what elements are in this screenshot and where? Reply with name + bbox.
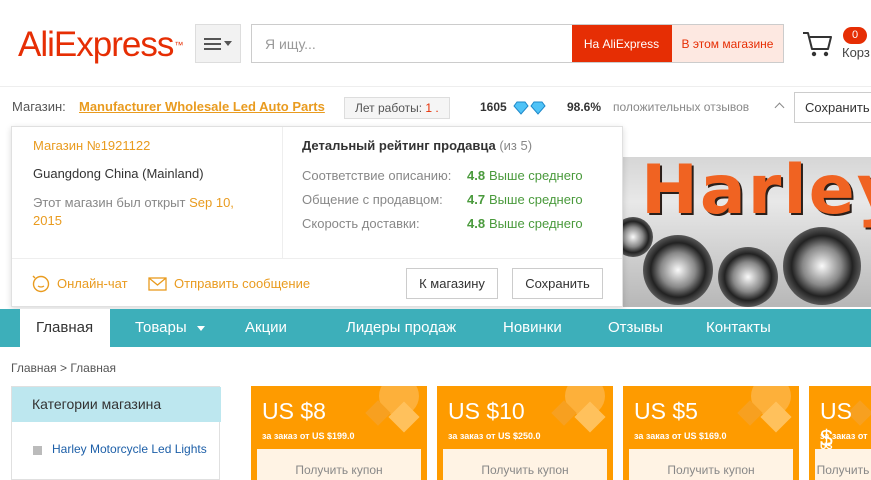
- rating-note: Выше среднего: [489, 192, 583, 207]
- envelope-icon[interactable]: [148, 277, 167, 291]
- search-bar: На AliExpress В этом магазине: [251, 24, 784, 63]
- coupon-card: US $5 за заказ от US $169.0 Получить куп…: [623, 386, 799, 480]
- years-label: Лет работы:: [355, 101, 423, 115]
- rating-scale: (из 5): [499, 138, 533, 153]
- diamond-rank-icon: [513, 101, 546, 115]
- cart-icon: [803, 32, 832, 57]
- store-banner[interactable]: Harley: [623, 157, 871, 307]
- nav-item-reviews[interactable]: Отзывы: [608, 309, 663, 347]
- rating-note: Выше среднего: [489, 168, 583, 183]
- headlight-image: [643, 235, 713, 305]
- coupon-condition: за заказ от US $199.0: [262, 431, 355, 441]
- nav-item-home[interactable]: Главная: [36, 309, 93, 347]
- rating-value: 4.7: [467, 192, 486, 207]
- rating-label: Общение с продавцом:: [302, 192, 443, 207]
- coupon-card: US $ за заказ от US Получить купон: [809, 386, 871, 480]
- categories-title: Категории магазина: [32, 396, 162, 412]
- nav-item-bestsellers[interactable]: Лидеры продаж: [346, 309, 456, 347]
- rating-title-text: Детальный рейтинг продавца: [302, 138, 496, 153]
- get-coupon-label: Получить купон: [667, 463, 755, 477]
- get-coupon-label: Получить купон: [481, 463, 569, 477]
- rating-title: Детальный рейтинг продавца (из 5): [302, 138, 532, 153]
- nav-item-new[interactable]: Новинки: [503, 309, 562, 347]
- coupon-amount: US $8: [262, 398, 326, 424]
- category-link[interactable]: Harley Motorcycle Led Lights: [52, 441, 207, 457]
- coupon-amount: US $10: [448, 398, 525, 424]
- divider: [282, 127, 283, 258]
- coupon-card: US $8 за заказ от US $199.0 Получить куп…: [251, 386, 427, 480]
- rating-value: 4.8: [467, 216, 486, 231]
- nav-item-promotions[interactable]: Акции: [245, 309, 287, 347]
- seller-score: 1605: [480, 100, 507, 114]
- search-in-store-button[interactable]: В этом магазине: [671, 25, 783, 62]
- nav-item-products[interactable]: Товары: [135, 309, 187, 347]
- nav-item-contacts[interactable]: Контакты: [706, 309, 771, 347]
- chevron-up-icon[interactable]: [774, 102, 785, 113]
- store-location: Guangdong China (Mainland): [33, 166, 204, 181]
- get-coupon-button[interactable]: Получить купон: [443, 449, 607, 480]
- caret-down-icon: [224, 41, 232, 46]
- send-message-link[interactable]: Отправить сообщение: [174, 276, 310, 291]
- years-badge: Лет работы: 1 .: [344, 97, 450, 119]
- store-number: Магазин №1921122: [33, 138, 151, 153]
- divider: [12, 258, 622, 259]
- coupon-condition: за заказ от US $169.0: [634, 431, 727, 441]
- years-value: 1 .: [425, 101, 439, 115]
- save-store-button[interactable]: Сохранить: [794, 92, 871, 123]
- headlight-image: [783, 227, 861, 305]
- caret-down-icon[interactable]: [197, 326, 205, 331]
- logo-trademark: ™: [174, 40, 183, 50]
- get-coupon-button[interactable]: Получить купон: [815, 449, 871, 480]
- menu-icon: [204, 37, 221, 50]
- rating-note: Выше среднего: [489, 216, 583, 231]
- online-chat-link[interactable]: Онлайн-чат: [57, 276, 128, 291]
- search-input[interactable]: [252, 25, 572, 62]
- opened-prefix: Этот магазин был открыт: [33, 195, 186, 210]
- headlight-image: [718, 247, 778, 307]
- rating-label: Скорость доставки:: [302, 216, 420, 231]
- logo-text: AliExpress: [18, 25, 174, 64]
- rating-label: Соответствие описанию:: [302, 168, 452, 183]
- cart-count-badge: 0: [843, 27, 867, 44]
- rating-value: 4.8: [467, 168, 486, 183]
- breadcrumb[interactable]: Главная > Главная: [11, 361, 116, 375]
- store-label: Магазин:: [12, 99, 66, 114]
- coupon-amount: US $5: [634, 398, 698, 424]
- coupon-condition: за заказ от US $250.0: [448, 431, 541, 441]
- store-name-link[interactable]: Manufacturer Wholesale Led Auto Parts: [79, 87, 325, 127]
- store-info-bar: Магазин: Manufacturer Wholesale Led Auto…: [0, 86, 871, 126]
- store-info-popup: Магазин №1921122 Guangdong China (Mainla…: [11, 126, 623, 307]
- cart-label: Корз: [842, 45, 870, 60]
- aliexpress-logo[interactable]: AliExpress™: [18, 25, 183, 64]
- positive-feedback-percent: 98.6%: [567, 100, 602, 114]
- save-store-popup-button[interactable]: Сохранить: [512, 268, 603, 299]
- go-to-store-button[interactable]: К магазину: [406, 268, 498, 299]
- store-opened-text: Этот магазин был открыт Sep 10, 2015: [33, 194, 263, 230]
- search-aliexpress-button[interactable]: На AliExpress: [572, 25, 671, 62]
- collapse-icon[interactable]: [33, 446, 42, 455]
- categories-menu-button[interactable]: [195, 24, 241, 63]
- cart-button[interactable]: 0 Корз: [802, 27, 871, 68]
- get-coupon-label: Получить купон: [295, 463, 383, 477]
- get-coupon-button[interactable]: Получить купон: [629, 449, 793, 480]
- store-nav-bar: Главная Товары Акции Лидеры продаж Новин…: [0, 309, 871, 347]
- store-categories-panel: Категории магазина Harley Motorcycle Led…: [11, 386, 221, 480]
- coupon-card: US $10 за заказ от US $250.0 Получить ку…: [437, 386, 613, 480]
- get-coupon-button[interactable]: Получить купон: [257, 449, 421, 480]
- coupon-condition: за заказ от US: [820, 431, 868, 451]
- banner-title: Harley: [641, 157, 871, 230]
- positive-feedback-label[interactable]: положительных отзывов: [613, 87, 749, 127]
- get-coupon-label: Получить купон: [816, 463, 870, 480]
- chat-icon[interactable]: [32, 275, 50, 293]
